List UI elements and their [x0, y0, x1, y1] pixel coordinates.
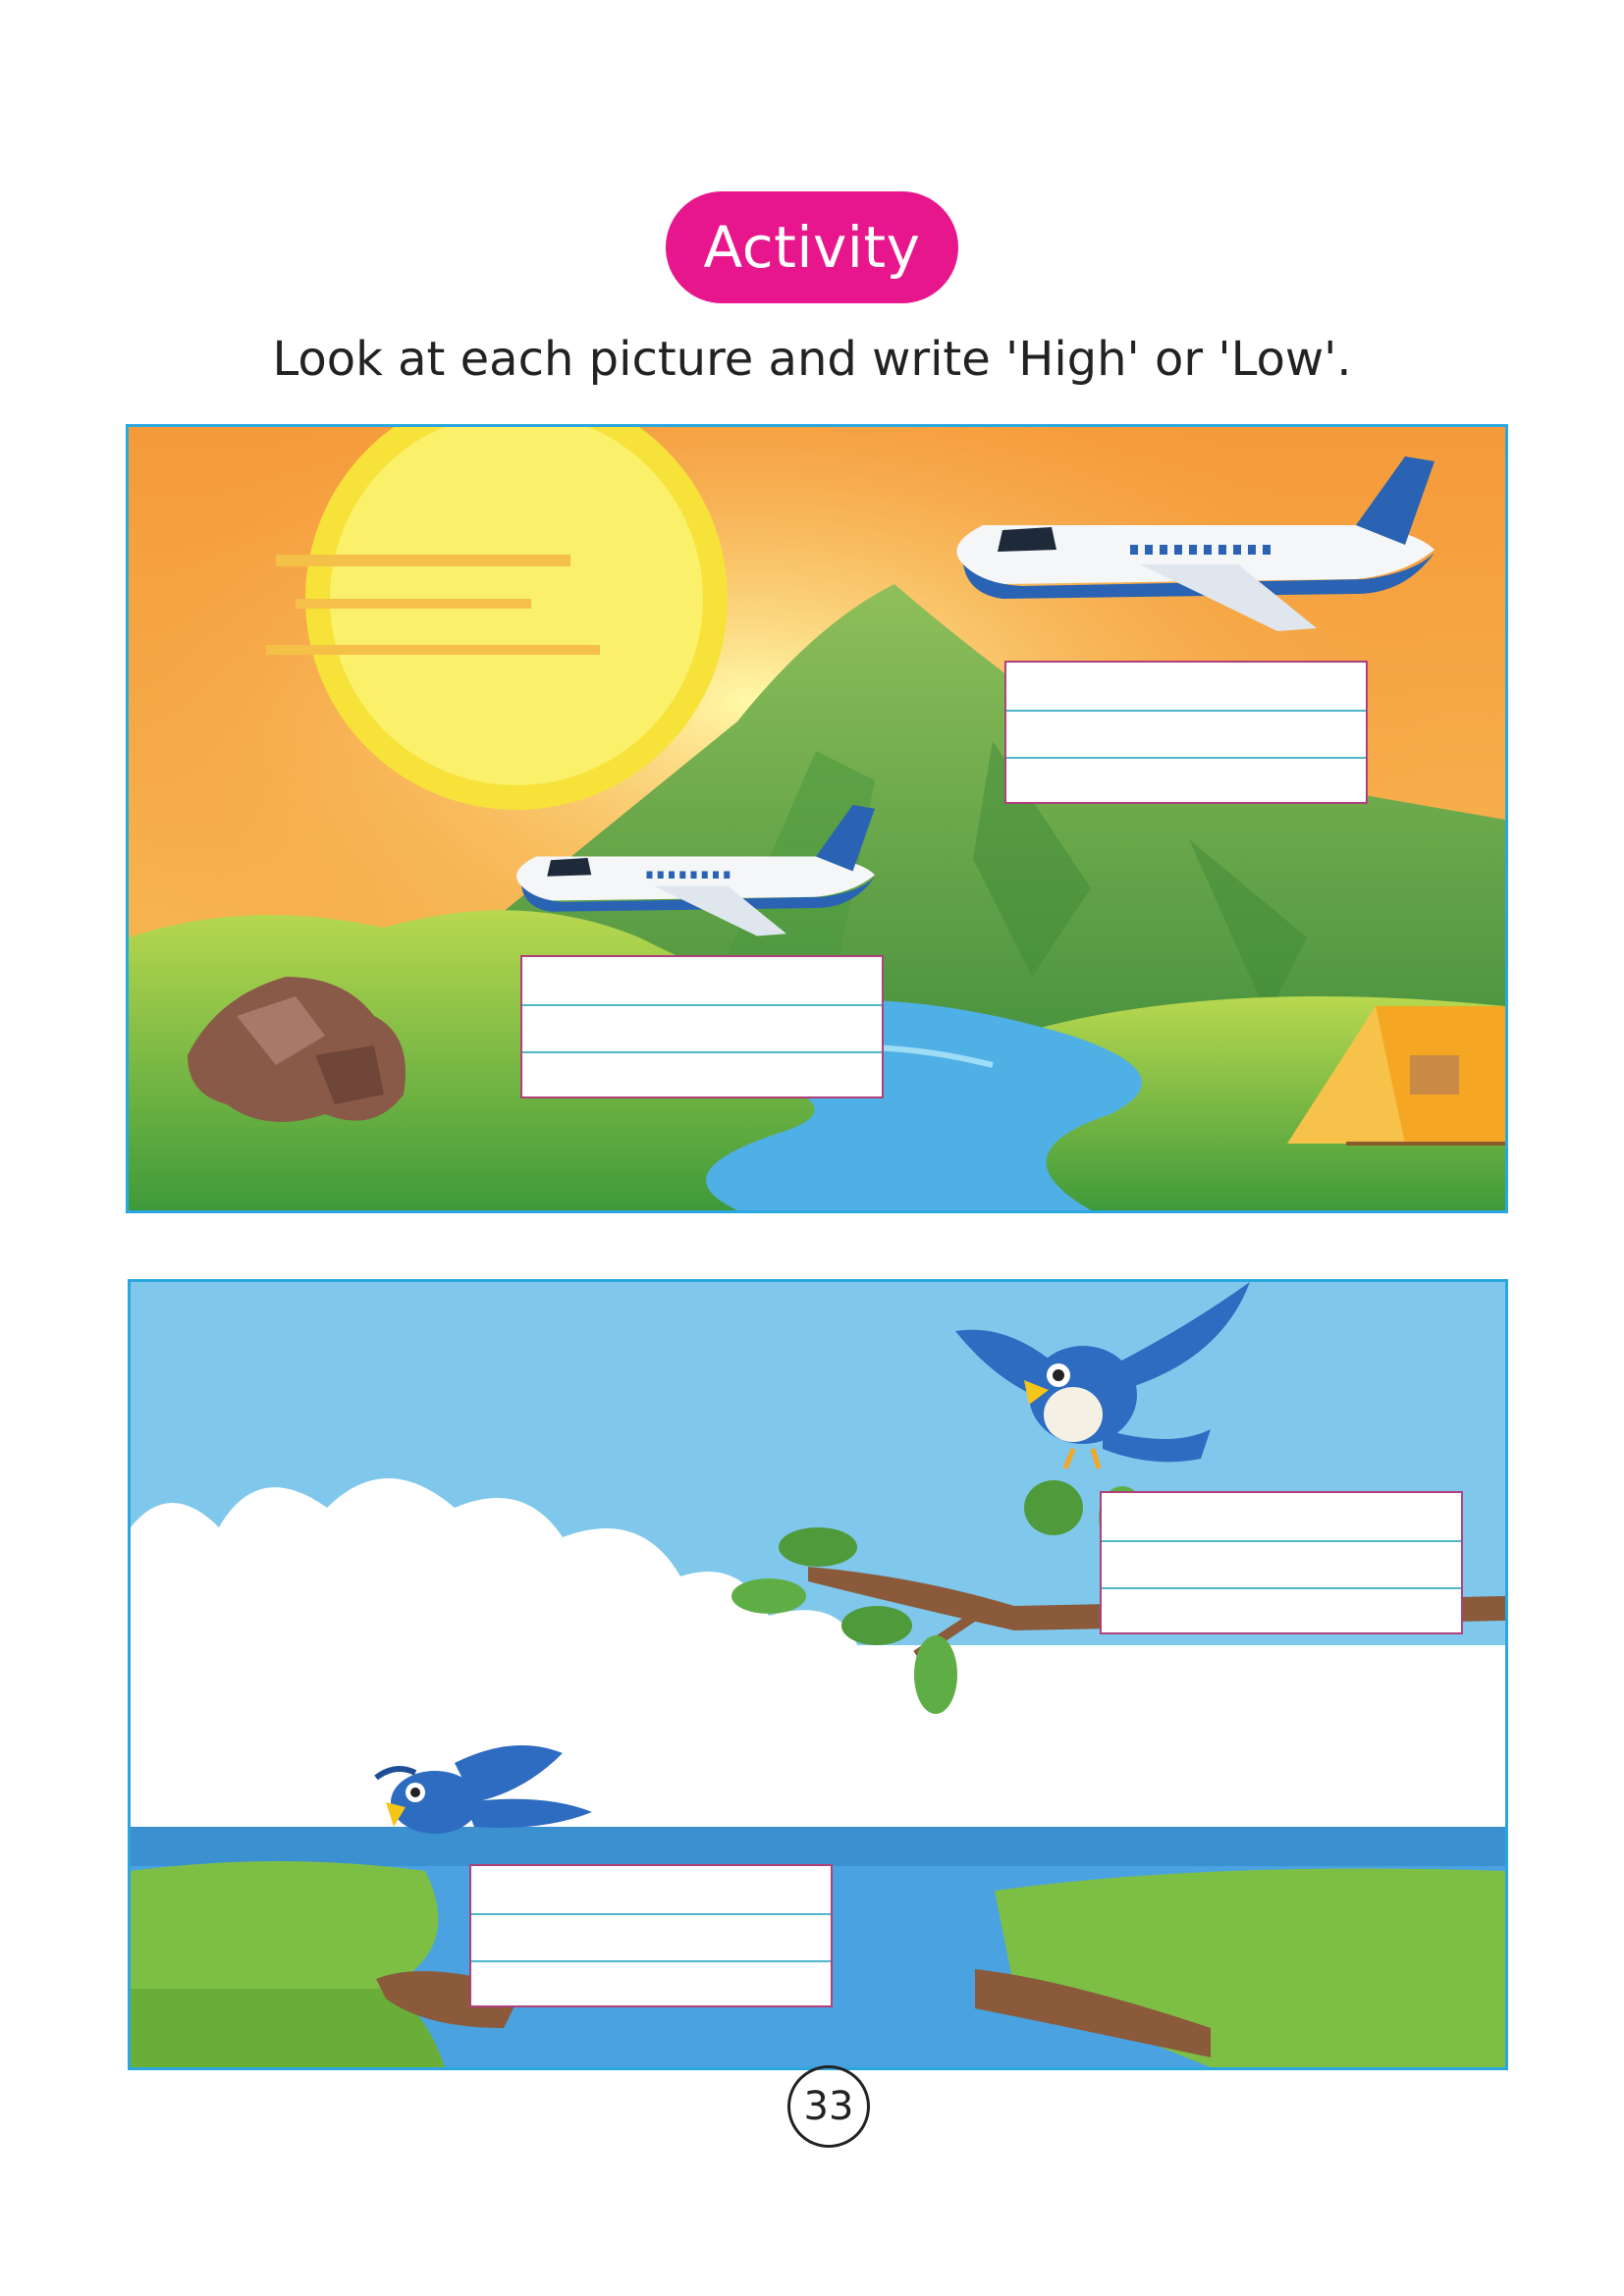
activity-badge-label: Activity — [703, 214, 921, 281]
instruction-text: Look at each picture and write 'High' or… — [272, 332, 1352, 387]
page-number-label: 33 — [803, 2084, 854, 2129]
scene-birds — [128, 1279, 1508, 2070]
answer-box-high-airplane[interactable] — [1004, 661, 1368, 804]
page-number: 33 — [787, 2065, 870, 2148]
answer-box-low-airplane[interactable] — [520, 955, 884, 1098]
grass-left — [131, 1861, 439, 1989]
answer-box-low-bird[interactable] — [469, 1864, 833, 2007]
scene-airplanes — [126, 424, 1508, 1213]
activity-badge: Activity — [666, 191, 958, 303]
answer-box-high-bird[interactable] — [1100, 1491, 1463, 1634]
